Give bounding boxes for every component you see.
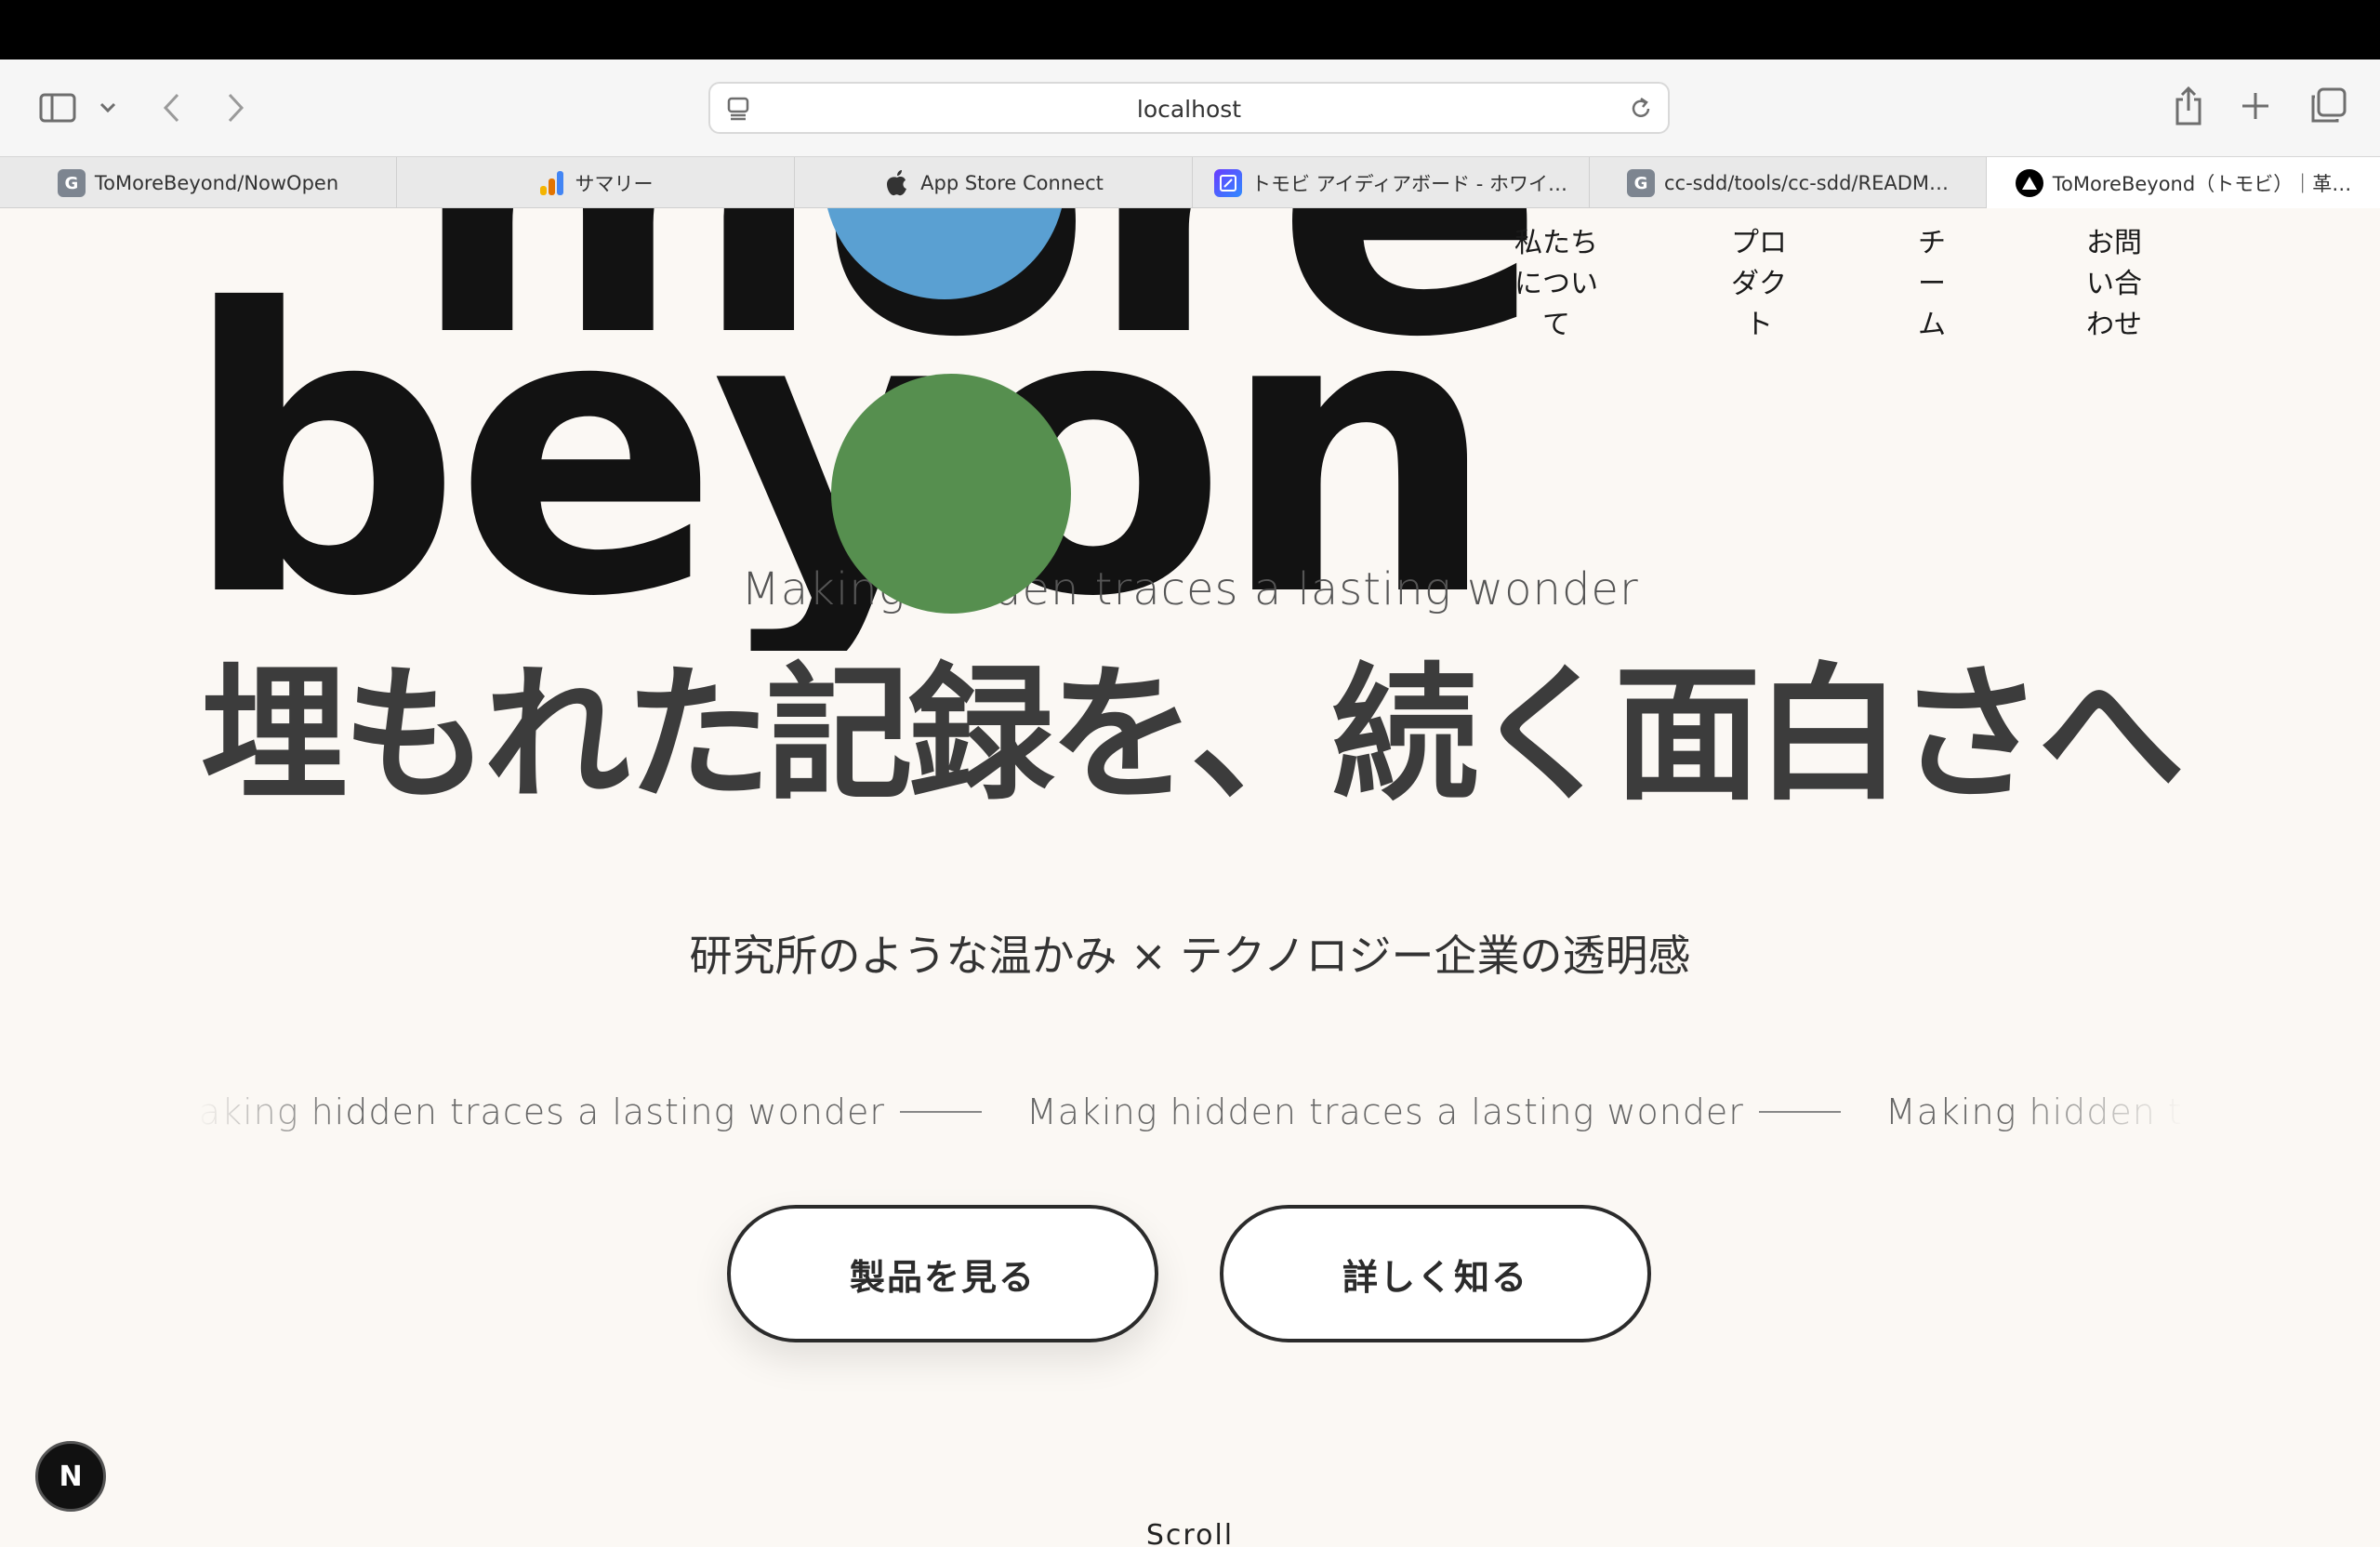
share-icon[interactable] [2170, 82, 2207, 130]
tab-label: cc-sdd/tools/cc-sdd/READM… [1664, 172, 1949, 194]
marquee-divider [899, 1111, 982, 1113]
tab-tomorebeyond-active[interactable]: ToMoreBeyond（トモビ）｜革… [1987, 157, 2380, 209]
system-menu-bar [0, 0, 2380, 60]
nav-products[interactable]: プロ ダク ト [1726, 223, 1792, 346]
tab-label: App Store Connect [920, 172, 1104, 194]
marquee-fade-left [195, 1064, 344, 1157]
nav-contact[interactable]: お問 い合 わせ [2081, 223, 2148, 346]
tagline-marquee: Making hidden traces a lasting wonder Ma… [195, 1064, 2185, 1157]
tab-label: ToMoreBeyond/NowOpen [94, 172, 339, 194]
marquee-fade-right [1999, 1064, 2185, 1157]
view-products-button[interactable]: 製品を見る [727, 1205, 1158, 1342]
marquee-item: Making hidden traces a lasting wonder [1026, 1091, 1841, 1132]
tab-idea-board[interactable]: トモビ アイディアボード - ホワイ… [1193, 157, 1590, 209]
tab-summary[interactable]: サマリー [397, 157, 795, 209]
scroll-indicator: Scroll [1145, 1519, 1235, 1547]
apple-icon [883, 169, 911, 197]
marquee-divider [1758, 1111, 1841, 1113]
triangle-logo-icon [2015, 169, 2043, 197]
back-icon[interactable] [154, 86, 188, 130]
address-bar[interactable]: localhost [708, 82, 1670, 134]
analytics-icon [538, 169, 566, 197]
marquee-track: Making hidden traces a lasting wonder Ma… [195, 1091, 2185, 1132]
logo-dot-green [831, 374, 1071, 614]
g-letter-icon: G [1627, 169, 1655, 197]
nextjs-dev-badge[interactable]: N [35, 1441, 106, 1512]
tab-overview-icon[interactable] [2307, 86, 2348, 126]
hero-tagline: Making hidden traces a lasting wonder [741, 563, 1639, 615]
sidebar-toggle-icon[interactable] [35, 86, 80, 130]
new-tab-icon[interactable] [2237, 87, 2274, 125]
address-text[interactable]: localhost [710, 96, 1668, 123]
whiteboard-icon [1213, 169, 1242, 197]
g-letter-icon: G [57, 169, 86, 197]
nav-team[interactable]: チ ー ム [1915, 223, 1949, 346]
tab-cc-sdd-readme[interactable]: G cc-sdd/tools/cc-sdd/READM… [1590, 157, 1987, 209]
learn-more-button[interactable]: 詳しく知る [1220, 1205, 1651, 1342]
tab-label: トモビ アイディアボード - ホワイ… [1250, 173, 1568, 195]
chevron-down-icon[interactable] [93, 93, 123, 123]
tab-label: ToMoreBeyond（トモビ）｜革… [2052, 173, 2352, 195]
tab-bar: G ToMoreBeyond/NowOpen サマリー App Store Co… [0, 156, 2380, 209]
reload-icon[interactable] [1625, 93, 1657, 125]
forward-icon[interactable] [219, 86, 253, 130]
tab-tomorebeyond-nowopen[interactable]: G ToMoreBeyond/NowOpen [0, 157, 397, 209]
page-viewport: more beyond Making hidden traces a lasti… [0, 208, 2380, 1547]
hero-subheadline: 研究所のような温かみ × テクノロジー企業の透明感 [689, 931, 1691, 981]
tab-label: サマリー [575, 173, 654, 195]
tab-app-store-connect[interactable]: App Store Connect [795, 157, 1193, 209]
hero-headline: 埋もれた記録を、続く面白さへ [201, 649, 2185, 821]
nav-about[interactable]: 私たち につい て [1510, 223, 1603, 346]
